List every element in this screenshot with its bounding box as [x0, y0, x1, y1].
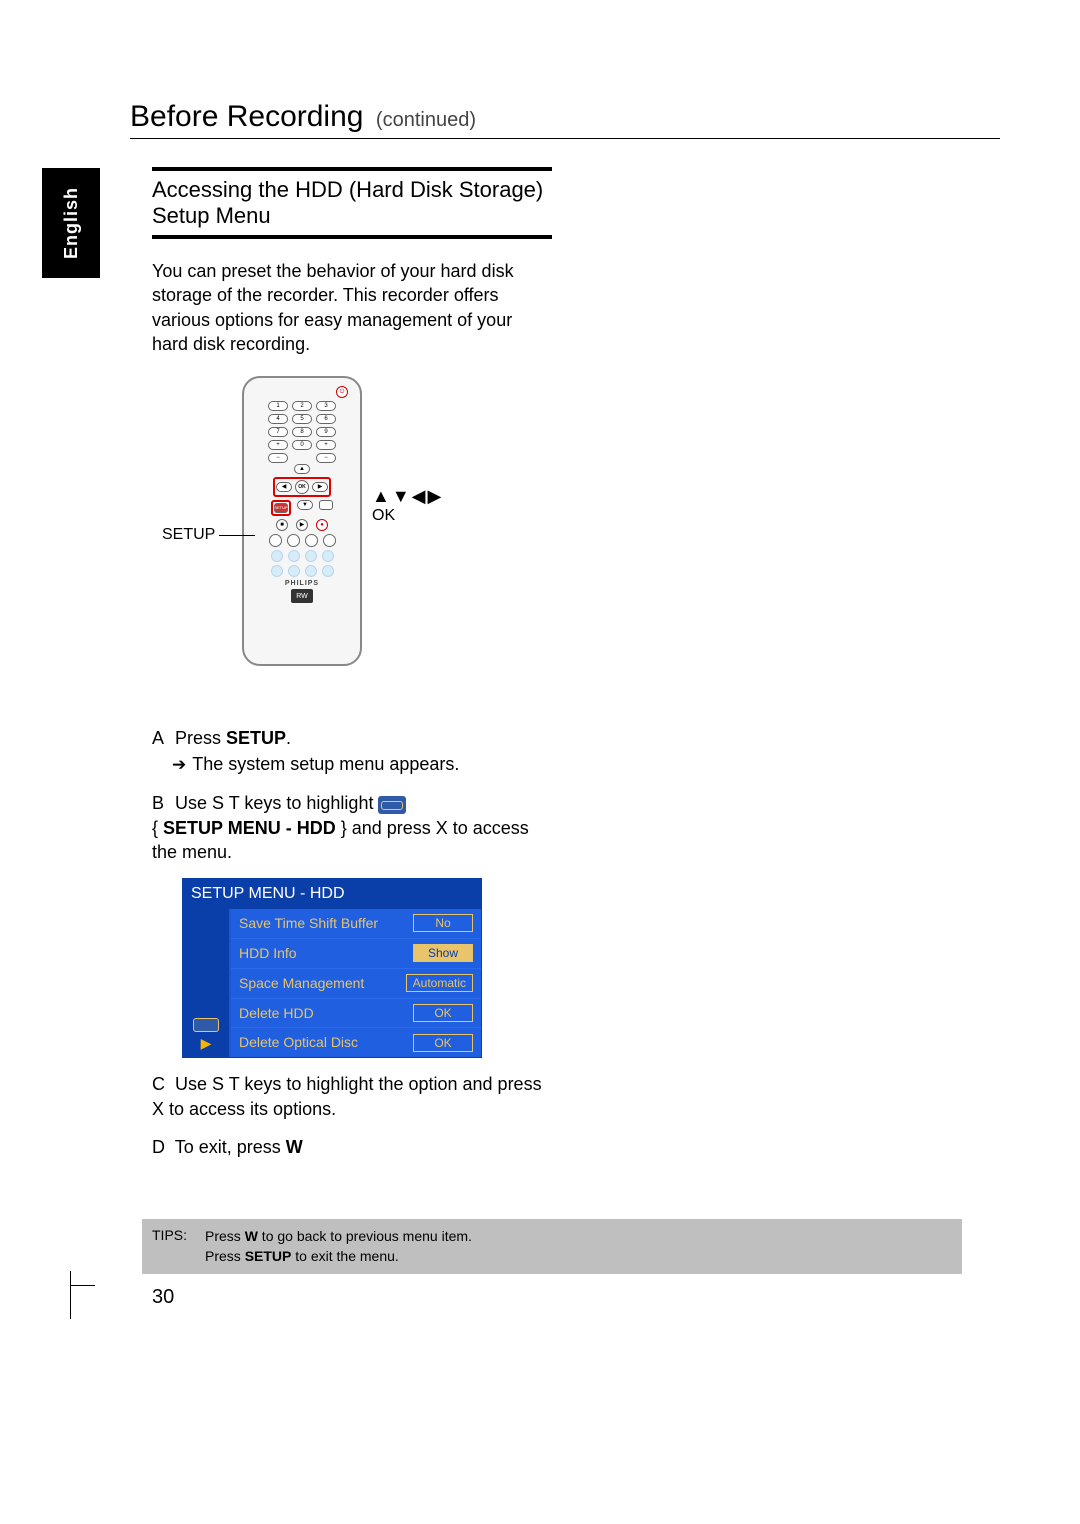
tips-label: TIPS:: [152, 1227, 187, 1266]
left-icon: ◀: [276, 482, 292, 492]
play-icon: ▶: [296, 519, 308, 531]
up-icon: ▲: [294, 464, 310, 474]
arrow-icon: ➔: [172, 754, 186, 777]
record-icon: ●: [316, 519, 328, 531]
arrows-icon: ▲▼◀▶: [372, 486, 443, 507]
language-tab: English: [42, 168, 100, 278]
menu-row[interactable]: Space Management Automatic: [231, 969, 481, 999]
remote-setup-label: SETUP: [162, 526, 255, 544]
menu-row[interactable]: Delete Optical Disc OK: [231, 1028, 481, 1057]
tips-body: Press W to go back to previous menu item…: [205, 1227, 472, 1266]
stop-icon: ■: [276, 519, 288, 531]
step-a: A Press SETUP. ➔The system setup menu ap…: [152, 726, 552, 777]
menu-row-value: Automatic: [406, 974, 473, 992]
step-b: B Use S T keys to highlight { SETUP MENU…: [152, 791, 552, 864]
menu-title: SETUP MENU - HDD: [183, 879, 481, 909]
intro-paragraph: You can preset the behavior of your hard…: [152, 259, 552, 356]
down-icon: ▼: [297, 500, 313, 510]
power-icon: ⏻: [336, 386, 348, 398]
hdd-icon: [378, 796, 406, 814]
page-number: 30: [152, 1286, 552, 1309]
step-d: D To exit, press W: [152, 1135, 552, 1159]
remote-brand: PHILIPS: [250, 580, 354, 587]
menu-row-label: Delete Optical Disc: [239, 1033, 358, 1052]
page-header: Before Recording (continued): [130, 100, 1000, 139]
menu-row-value: OK: [413, 1004, 473, 1022]
menu-row-label: Save Time Shift Buffer: [239, 914, 378, 933]
menu-row-label: Delete HDD: [239, 1004, 314, 1023]
section-title: Accessing the HDD (Hard Disk Storage) Se…: [152, 167, 552, 239]
header-subtitle: (continued): [376, 109, 476, 131]
menu-row-value: Show: [413, 944, 473, 962]
step-c: C Use S T keys to highlight the option a…: [152, 1072, 552, 1121]
setup-menu-hdd: SETUP MENU - HDD ▶ Save Time Shift Buffe…: [182, 878, 482, 1058]
right-icon: ▶: [312, 482, 328, 492]
tips-bar: TIPS: Press W to go back to previous men…: [142, 1219, 962, 1274]
menu-row[interactable]: HDD Info Show: [231, 939, 481, 969]
language-label: English: [61, 187, 82, 259]
menu-sidebar: ▶: [183, 909, 231, 1057]
hdd-tab-icon: [193, 1018, 219, 1032]
menu-arrow-icon: ▶: [201, 1034, 212, 1053]
menu-row[interactable]: Save Time Shift Buffer No: [231, 909, 481, 939]
remote-body: ⏻ 123 456 789 +0+ −− ▲ ◀ OK ▶ SETUP ▼: [242, 376, 362, 666]
hdd-button-icon: [319, 500, 333, 510]
menu-row-label: HDD Info: [239, 944, 297, 963]
nav-ok-highlight: ◀ OK ▶: [273, 477, 331, 497]
remote-illustration: ⏻ 123 456 789 +0+ −− ▲ ◀ OK ▶ SETUP ▼: [152, 376, 552, 696]
remote-ok-label: ▲▼◀▶ OK: [372, 486, 443, 525]
menu-row-label: Space Management: [239, 974, 364, 993]
setup-highlight: SETUP: [271, 500, 291, 516]
crop-mark-icon: [70, 1271, 118, 1319]
menu-row[interactable]: Delete HDD OK: [231, 999, 481, 1029]
menu-row-value: No: [413, 914, 473, 932]
header-title: Before Recording: [130, 100, 363, 133]
menu-row-value: OK: [413, 1034, 473, 1052]
ok-button-icon: OK: [295, 480, 309, 494]
rw-badge: RW: [291, 589, 313, 603]
